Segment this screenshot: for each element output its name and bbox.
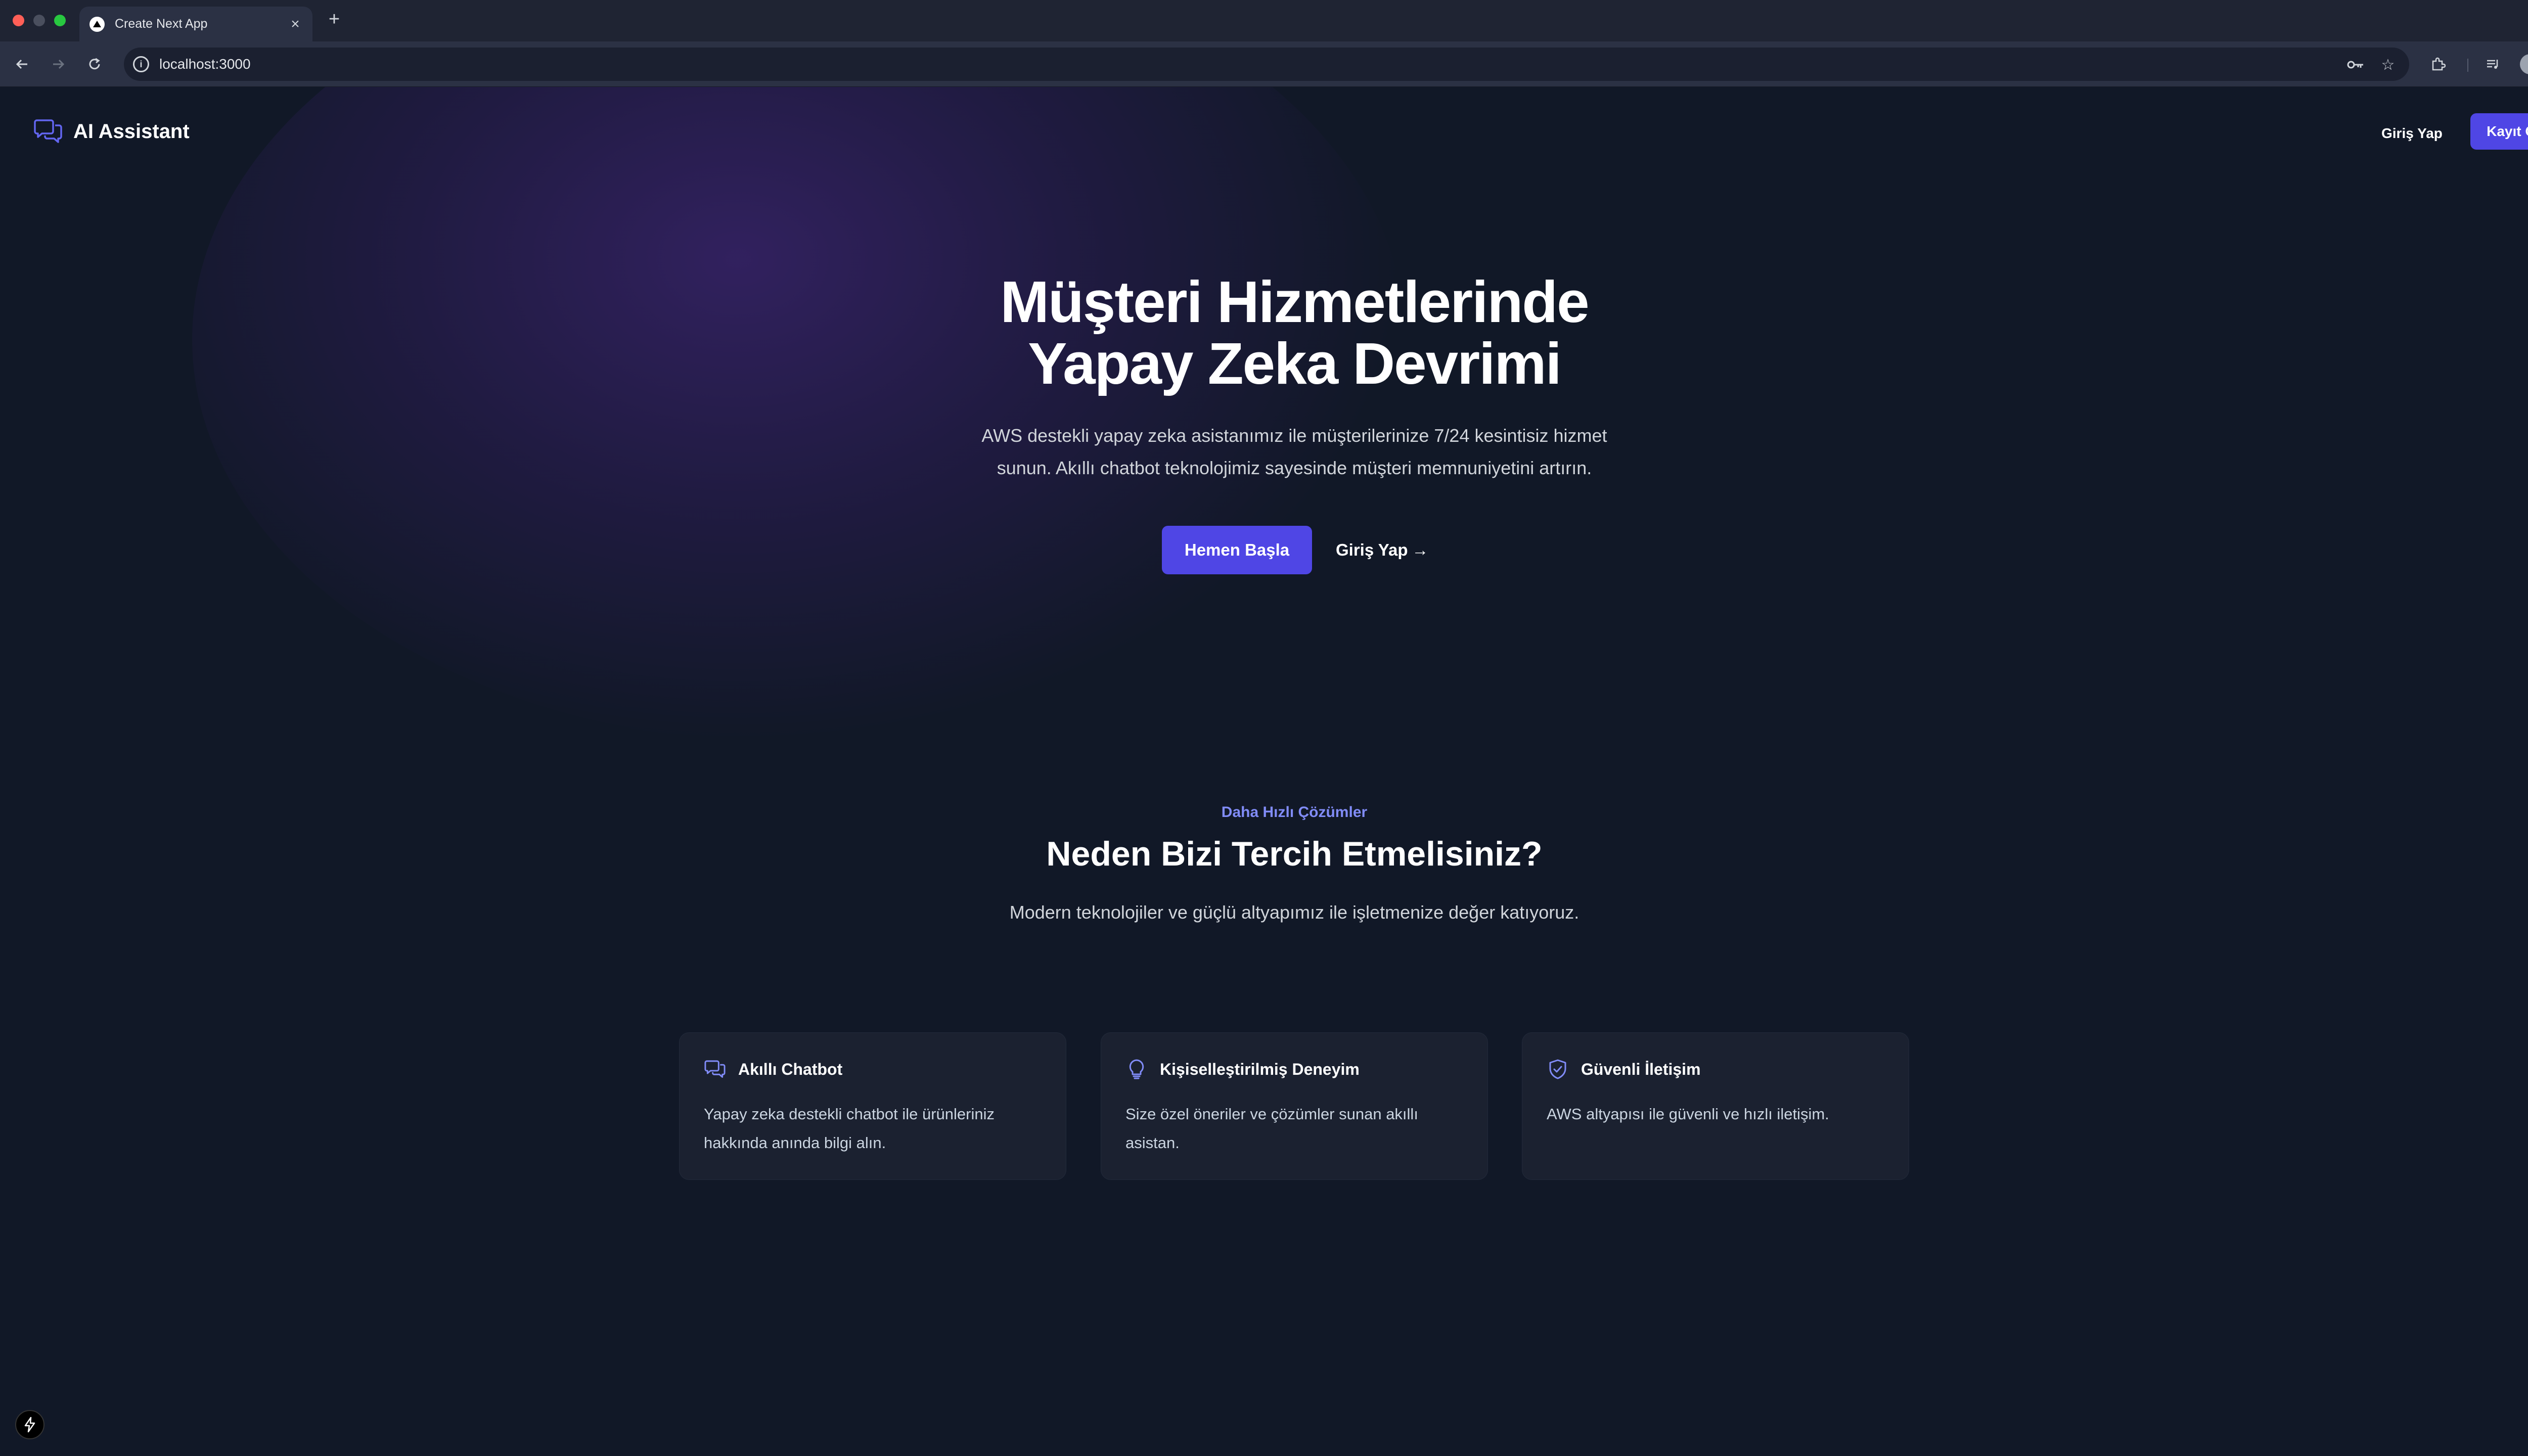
hero-title-line1: Müşteri Hizmetlerinde bbox=[1000, 269, 1589, 335]
card-text: AWS altyapısı ile güvenli ve hızlı ileti… bbox=[1547, 1105, 1829, 1123]
media-controls-icon[interactable] bbox=[2481, 53, 2504, 75]
card-text: Size özel öneriler ve çözümler sunan akı… bbox=[1125, 1105, 1418, 1152]
card-text: Yapay zeka destekli chatbot ile ürünleri… bbox=[704, 1105, 995, 1152]
nextjs-favicon-icon bbox=[89, 16, 105, 32]
brand-name: AI Assistant bbox=[73, 120, 190, 143]
header-login-link[interactable]: Giriş Yap bbox=[2381, 117, 2443, 150]
lightbulb-icon bbox=[1125, 1058, 1148, 1080]
close-window-button[interactable] bbox=[13, 15, 24, 26]
toolbar-divider bbox=[2467, 59, 2468, 72]
arrow-right-icon: → bbox=[1412, 540, 1429, 559]
browser-tab-bar: Create Next App × + bbox=[0, 0, 2528, 41]
get-started-button[interactable]: Hemen Başla bbox=[1162, 526, 1312, 574]
profile-avatar[interactable]: i bbox=[2520, 54, 2528, 74]
hero-login-link[interactable]: Giriş Yap → bbox=[1336, 526, 1428, 574]
card-header: Akıllı Chatbot bbox=[704, 1058, 842, 1080]
header-signup-button[interactable]: Kayıt Ol bbox=[2470, 113, 2528, 150]
back-arrow-icon[interactable] bbox=[11, 53, 33, 75]
chat-bubbles-icon bbox=[34, 119, 62, 143]
card-header: Kişiselleştirilmiş Deneyim bbox=[1125, 1058, 1360, 1080]
password-key-icon[interactable] bbox=[2346, 56, 2365, 74]
extensions-puzzle-icon[interactable] bbox=[2427, 53, 2449, 75]
maximize-window-button[interactable] bbox=[54, 15, 66, 26]
browser-tab[interactable]: Create Next App × bbox=[79, 7, 312, 41]
site-info-icon[interactable]: i bbox=[133, 56, 149, 72]
card-title: Akıllı Chatbot bbox=[738, 1060, 843, 1078]
brand-logo[interactable]: AI Assistant bbox=[33, 116, 190, 147]
shield-check-icon bbox=[1547, 1058, 1569, 1080]
card-title: Güvenli İletişim bbox=[1581, 1060, 1701, 1078]
card-title: Kişiselleştirilmiş Deneyim bbox=[1160, 1060, 1360, 1078]
features-title: Neden Bizi Tercih Etmelisiniz? bbox=[1046, 835, 1543, 873]
bookmark-star-icon[interactable]: ☆ bbox=[2379, 56, 2397, 74]
chat-bubbles-icon bbox=[704, 1058, 726, 1080]
nextjs-devtools-bolt-icon[interactable] bbox=[15, 1410, 44, 1439]
browser-toolbar: i localhost:3000 ☆ i ⋮ bbox=[0, 41, 2528, 87]
hero-description: AWS destekli yapay zeka asistanımız ile … bbox=[981, 425, 1607, 478]
card-header: Güvenli İletişim bbox=[1547, 1058, 1701, 1080]
feature-card-secure: Güvenli İletişim AWS altyapısı ile güven… bbox=[1522, 1032, 1909, 1180]
tab-title: Create Next App bbox=[115, 17, 208, 31]
feature-card-chatbot: Akıllı Chatbot Yapay zeka destekli chatb… bbox=[679, 1032, 1066, 1180]
new-tab-icon[interactable]: + bbox=[324, 9, 345, 30]
forward-arrow-icon[interactable] bbox=[47, 53, 69, 75]
hero-login-label: Giriş Yap bbox=[1336, 540, 1408, 559]
close-tab-icon[interactable]: × bbox=[285, 14, 305, 34]
page-viewport: AI Assistant Giriş Yap Kayıt Ol Müşteri … bbox=[0, 87, 2528, 1456]
minimize-window-button[interactable] bbox=[33, 15, 45, 26]
background-glow bbox=[192, 87, 1406, 744]
address-bar[interactable]: i localhost:3000 ☆ bbox=[124, 48, 2409, 81]
hero-title-line2: Yapay Zeka Devrimi bbox=[1028, 331, 1562, 396]
reload-icon[interactable] bbox=[83, 53, 106, 75]
features-eyebrow: Daha Hızlı Çözümler bbox=[1221, 804, 1368, 821]
hero-title: Müşteri Hizmetlerinde Yapay Zeka Devrimi bbox=[789, 271, 1800, 394]
feature-card-personalized: Kişiselleştirilmiş Deneyim Size özel öne… bbox=[1101, 1032, 1488, 1180]
url-text[interactable]: localhost:3000 bbox=[159, 56, 251, 72]
features-description: Modern teknolojiler ve güçlü altyapımız … bbox=[1009, 902, 1579, 923]
